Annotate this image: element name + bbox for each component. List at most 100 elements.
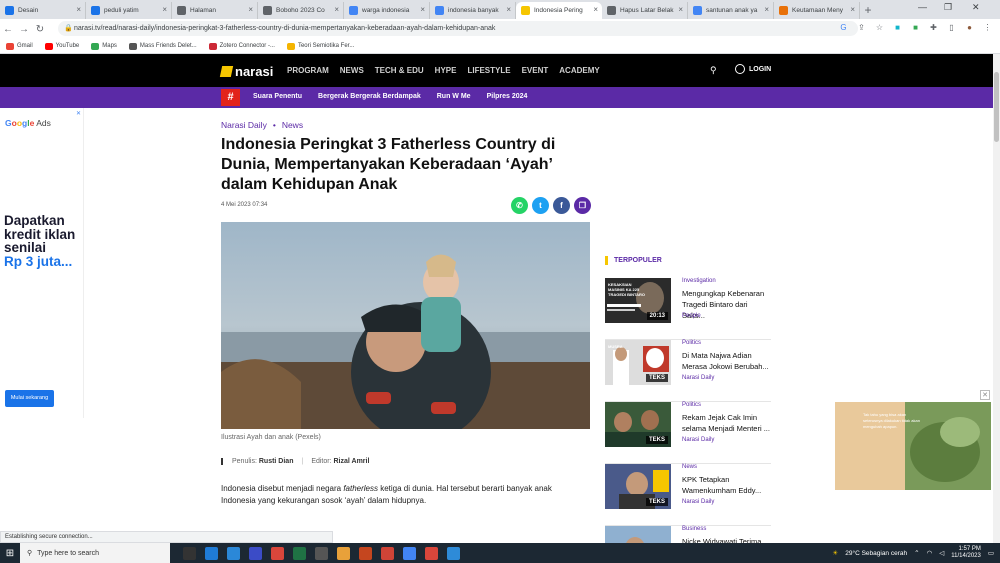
popular-thumbnail[interactable]: KESAKSIAN MASINIS KA 225 TRAGEDI BINTARO…	[605, 278, 671, 323]
bookmark-item[interactable]: Teori Semiotika Fer...	[286, 42, 354, 50]
browser-tab[interactable]: Hapus Latar Belak ×	[602, 2, 688, 19]
windows-start-icon[interactable]: ⊞	[0, 548, 20, 559]
topic-link[interactable]: Suara Penentu	[253, 93, 302, 100]
chevron-up-icon[interactable]: ⌃	[914, 549, 919, 557]
maximize-button[interactable]: ❐	[944, 2, 952, 13]
topic-link[interactable]: Run W Me	[437, 93, 471, 100]
popular-category[interactable]: Investigation	[682, 278, 716, 284]
popular-item[interactable]: TEKS Politics Rekam Jejak Cak Imin selam…	[605, 402, 771, 464]
nav-item[interactable]: PROGRAM	[287, 66, 329, 75]
chrome-icon[interactable]	[403, 546, 416, 560]
popular-thumbnail[interactable]	[605, 526, 671, 543]
sidebar-icon[interactable]: ▯	[947, 23, 956, 32]
close-tab-icon[interactable]: ×	[678, 5, 683, 14]
acrobat-icon[interactable]	[381, 546, 394, 560]
popular-category[interactable]: News	[682, 464, 697, 470]
browser-tab[interactable]: Halaman ×	[172, 2, 258, 19]
popular-thumbnail[interactable]: TEKS	[605, 464, 671, 509]
google-ad-left[interactable]: ✕ Google Ads Dapatkan kredit iklan senil…	[0, 108, 84, 418]
ad-right[interactable]: Tak tahu yang bisa akan seterusnya dilak…	[835, 402, 991, 490]
login-button[interactable]: LOGIN	[735, 64, 771, 74]
scrollbar[interactable]	[993, 54, 1000, 543]
nav-item[interactable]: LIFESTYLE	[467, 66, 510, 75]
taskbar-search[interactable]: ⚲ Type here to search	[20, 543, 170, 563]
share-icon[interactable]: ⇪	[857, 23, 866, 32]
powerpoint-icon[interactable]	[359, 546, 372, 560]
ad-cta-button[interactable]: Mulai sekarang	[5, 390, 54, 407]
forward-icon[interactable]: →	[16, 24, 32, 35]
close-tab-icon[interactable]: ×	[334, 5, 339, 14]
popular-thumbnail[interactable]: MUSRA TEKS	[605, 340, 671, 385]
popular-category[interactable]: Business	[682, 526, 706, 532]
popular-item[interactable]: MUSRA TEKS Politics Di Mata Najwa Adian M…	[605, 340, 771, 402]
nav-item[interactable]: HYPE	[435, 66, 457, 75]
author-name[interactable]: Rusti Dian	[259, 458, 294, 465]
task-view-icon[interactable]	[183, 546, 196, 560]
extension-icon[interactable]: ■	[893, 23, 902, 32]
facebook-icon[interactable]: f	[553, 197, 570, 214]
bookmark-item[interactable]: Gmail	[6, 42, 33, 50]
copy-link-icon[interactable]: ❐	[574, 197, 591, 214]
puzzle-icon[interactable]: ✚	[929, 23, 938, 32]
popular-source[interactable]: People	[682, 313, 701, 319]
topic-link[interactable]: Pilpres 2024	[487, 93, 528, 100]
url-bar[interactable]: 🔒 narasi.tv/read/narasi-daily/indonesia-…	[58, 21, 858, 36]
subcategory-link[interactable]: News	[282, 120, 303, 130]
edge-icon[interactable]	[205, 546, 218, 560]
bookmark-item[interactable]: Zotero Connector -...	[208, 42, 275, 50]
whatsapp-icon[interactable]: ✆	[511, 197, 528, 214]
popular-category[interactable]: Politics	[682, 402, 701, 408]
avatar[interactable]: ●	[965, 23, 974, 32]
popular-thumbnail[interactable]: TEKS	[605, 402, 671, 447]
popular-item[interactable]: KESAKSIAN MASINIS KA 225 TRAGEDI BINTARO…	[605, 278, 771, 340]
close-tab-icon[interactable]: ×	[764, 5, 769, 14]
browser-tab[interactable]: peduli yatim ×	[86, 2, 172, 19]
nav-item[interactable]: NEWS	[340, 66, 364, 75]
hashtag-icon[interactable]: #	[221, 89, 240, 106]
search-icon[interactable]: ⚲	[710, 65, 717, 76]
notepad-icon[interactable]	[447, 546, 460, 560]
browser-tab[interactable]: indonesia banyak ×	[430, 2, 516, 19]
browser-tab[interactable]: warga indonesia ×	[344, 2, 430, 19]
close-tab-icon[interactable]: ×	[593, 5, 598, 14]
minimize-button[interactable]: —	[918, 2, 927, 12]
popular-item[interactable]: TEKS News KPK Tetapkan Wamenkumham Eddy.…	[605, 464, 771, 526]
popular-title[interactable]: Di Mata Najwa Adian Merasa Jokowi Beruba…	[682, 350, 772, 372]
popular-title[interactable]: KPK Tetapkan Wamenkumham Eddy...	[682, 474, 772, 496]
close-tab-icon[interactable]: ×	[850, 5, 855, 14]
mail-icon[interactable]	[227, 546, 240, 560]
browser-tab[interactable]: Desain ×	[0, 2, 86, 19]
volume-icon[interactable]: ◁	[939, 549, 944, 557]
browser-tab[interactable]: Boboho 2023 Co ×	[258, 2, 344, 19]
calculator-icon[interactable]	[315, 546, 328, 560]
menu-icon[interactable]: ⋮	[983, 23, 992, 32]
popular-category[interactable]: Politics	[682, 340, 701, 346]
ad-close-icon[interactable]: ✕	[980, 390, 990, 400]
narasi-logo[interactable]: narasi	[219, 64, 273, 79]
file-explorer-icon[interactable]	[337, 546, 350, 560]
popular-source[interactable]: Narasi Daily	[682, 437, 714, 443]
topic-link[interactable]: Bergerak Bergerak Berdampak	[318, 93, 421, 100]
nav-item[interactable]: EVENT	[522, 66, 549, 75]
weather-text[interactable]: 29°C Sebagian cerah	[845, 550, 907, 557]
popular-title[interactable]: Rekam Jejak Cak Imin selama Menjadi Ment…	[682, 412, 772, 434]
reload-icon[interactable]: ↻	[32, 24, 48, 35]
notification-icon[interactable]: ▭	[988, 549, 994, 557]
back-icon[interactable]: ←	[0, 24, 16, 35]
close-tab-icon[interactable]: ×	[162, 5, 167, 14]
chrome-icon[interactable]	[271, 546, 284, 560]
close-tab-icon[interactable]: ×	[248, 5, 253, 14]
close-tab-icon[interactable]: ×	[506, 5, 511, 14]
popular-source[interactable]: Narasi Daily	[682, 499, 714, 505]
close-window-button[interactable]: ✕	[972, 2, 980, 13]
wifi-icon[interactable]: ◠	[927, 549, 933, 557]
editor-name[interactable]: Rizal Amril	[334, 458, 370, 465]
popular-item[interactable]: Business Nicke Widyawati Terima...	[605, 526, 771, 543]
bookmark-item[interactable]: Maps	[91, 42, 117, 50]
nav-item[interactable]: ACADEMY	[559, 66, 599, 75]
close-tab-icon[interactable]: ×	[420, 5, 425, 14]
browser-tab[interactable]: Keutamaan Meny ×	[774, 2, 860, 19]
bookmark-item[interactable]: YouTube	[44, 42, 79, 50]
new-tab-button[interactable]: +	[860, 2, 876, 19]
bookmark-star-icon[interactable]: ☆	[875, 23, 884, 32]
